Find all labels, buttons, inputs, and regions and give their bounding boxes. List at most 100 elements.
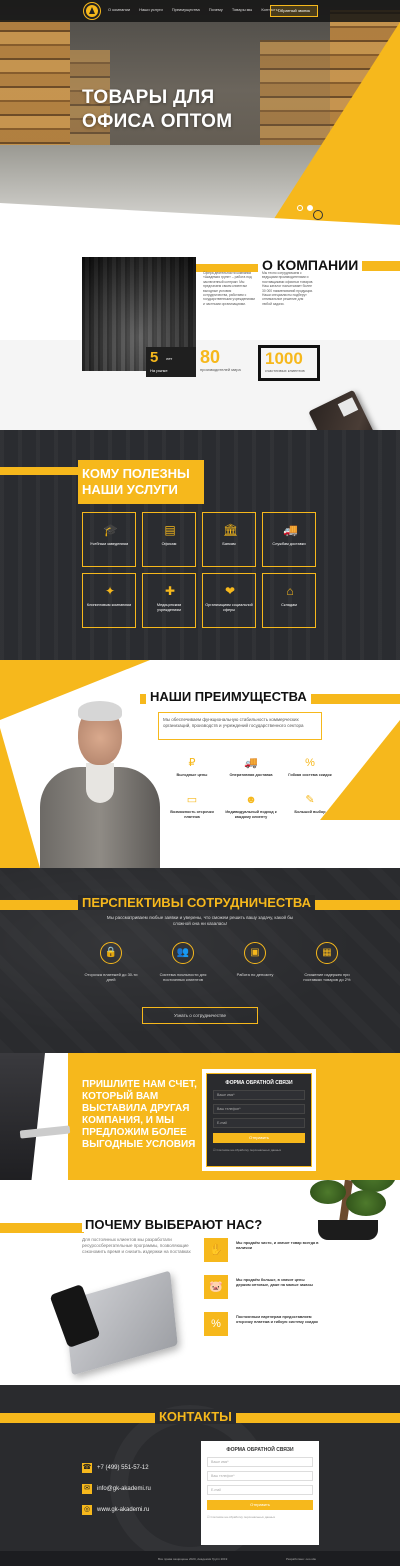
contact-site[interactable]: ◎ www.gk-akademi.ru — [82, 1501, 151, 1519]
advantage-label: Возможность отсрочки платежа — [170, 809, 214, 819]
perspective-item: 🔒 Отсрочка платежей до 30-ти дней — [82, 942, 140, 982]
services-accent-bar — [0, 467, 82, 475]
warehouse-icon: ⌂ — [286, 584, 294, 598]
advantages-section: НАШИ ПРЕИМУЩЕСТВА Мы обеспечиваем функци… — [0, 660, 400, 868]
ruble-icon: ₽ — [188, 757, 196, 769]
consent-checkbox[interactable]: ☑ Согласие на обработку персональных дан… — [213, 1148, 305, 1152]
medkit-icon: ✚ — [164, 584, 176, 598]
service-card-education[interactable]: 🎓 Учебным заведениям — [82, 512, 136, 567]
scroll-down-icon[interactable] — [313, 210, 323, 220]
advantage-item: % Гибкая система скидок — [282, 757, 338, 778]
consent-checkbox[interactable]: ☑ Согласие на обработку персональных дан… — [207, 1515, 313, 1519]
name-field[interactable]: Ваше имя* — [213, 1090, 305, 1100]
perspective-label: Система лояльности для постоянных клиент… — [159, 972, 207, 982]
email-field[interactable]: E-mail — [213, 1118, 305, 1128]
nav-item-products[interactable]: Товары мы — [232, 7, 253, 12]
stat-manufacturers-label: производителей мира — [200, 367, 241, 372]
advantage-label: Выгодные цены — [176, 773, 208, 777]
advantages-accent-bottom-left — [0, 728, 40, 868]
submit-button[interactable]: Отправить — [207, 1500, 313, 1510]
feedback-form: ФОРМА ОБРАТНОЙ СВЯЗИ Ваше имя* Ваш телеф… — [202, 1069, 316, 1171]
advantage-label: Гибкая система скидок — [288, 773, 332, 777]
callback-button[interactable]: Обратный звонок — [270, 5, 318, 17]
slider-dot[interactable] — [297, 205, 303, 211]
service-card-offices[interactable]: ▤ Офисам — [142, 512, 196, 567]
folder-icon: ▤ — [164, 523, 176, 537]
advantage-item: 🚚 Оперативная доставка — [223, 757, 279, 778]
service-card-delivery[interactable]: 🚚 Службам доставки — [262, 512, 316, 567]
phone-icon: ☎ — [82, 1463, 92, 1473]
nav-item-about[interactable]: О компании — [108, 7, 130, 12]
advantage-label: Оперативная доставка — [229, 773, 273, 777]
services-title-line1: КОМУ ПОЛЕЗНЫ — [82, 466, 190, 481]
service-card-label: Учебным заведениям — [89, 542, 129, 546]
slider-dot-active[interactable] — [307, 205, 313, 211]
perspective-item: ▦ Снижение издержек при поставках товаров… — [298, 942, 356, 982]
feedback-form-inner: ФОРМА ОБРАТНОЙ СВЯЗИ Ваше имя* Ваш телеф… — [206, 1073, 312, 1167]
bonsai-pot — [318, 1220, 378, 1240]
service-card-label: Службам доставки — [272, 542, 306, 546]
service-card-banks[interactable]: 🏛 Банкам — [202, 512, 256, 567]
bonsai-image — [310, 1180, 400, 1280]
stat-manufacturers-value: 80 — [200, 347, 221, 367]
nav-item-services[interactable]: Наши услуги — [139, 7, 163, 12]
lock-icon: 🔒 — [100, 942, 122, 964]
stat-clients: 1000 счастливых клиентов — [258, 345, 320, 381]
services-title-line2: НАШИ УСЛУГИ — [82, 482, 178, 497]
boxes-icon: ▦ — [316, 942, 338, 964]
truck-icon: 🚚 — [244, 757, 258, 769]
top-nav: О компании Наши услуги Преимущества Поче… — [0, 0, 400, 22]
service-card-social[interactable]: ❤ Организациям социальной сферы — [202, 573, 256, 628]
service-card-label: Медицинским учреждениям — [156, 603, 182, 612]
service-card-label: Клининговым компаниям — [86, 603, 132, 607]
contact-phone-label: +7 (499) 551-57-12 — [97, 1465, 149, 1471]
about-section: О КОМПАНИИ Сфера деятельности компании «… — [0, 225, 400, 430]
perspective-label: Отсрочка платежей до 30-ти дней — [84, 972, 138, 982]
stat-years-label: На рынке — [150, 368, 168, 373]
bonsai-leaf — [310, 1180, 346, 1204]
phone-field[interactable]: Ваш телефон* — [207, 1471, 313, 1481]
service-card-label: Организациям социальной сферы — [205, 603, 253, 612]
contacts-title: КОНТАКТЫ — [155, 1409, 236, 1424]
nav-item-why[interactable]: Почему — [209, 7, 223, 12]
service-card-medical[interactable]: ✚ Медицинским учреждениям — [142, 573, 196, 628]
footer-developer-link[interactable]: Разработано: ooo.site — [286, 1557, 316, 1561]
email-field[interactable]: E-mail — [207, 1485, 313, 1495]
contact-phone[interactable]: ☎ +7 (499) 551-57-12 — [82, 1459, 151, 1477]
safe-icon: ▣ — [244, 942, 266, 964]
nav-item-advantages[interactable]: Преимущества — [172, 7, 200, 12]
name-field[interactable]: Ваше имя* — [207, 1457, 313, 1467]
consent-label: Согласие на обработку персональных данны… — [210, 1515, 276, 1519]
phone-field[interactable]: Ваш телефон* — [213, 1104, 305, 1114]
nav-menu: О компании Наши услуги Преимущества Поче… — [108, 7, 279, 12]
submit-button[interactable]: Отправить — [213, 1133, 305, 1143]
cooperation-button[interactable]: Узнать о сотрудничестве — [142, 1007, 258, 1024]
perspective-label: Снижение издержек при поставках товаров … — [303, 972, 351, 982]
service-card-warehouses[interactable]: ⌂ Складам — [262, 573, 316, 628]
stat-years-unit: лет — [166, 356, 173, 361]
why-title: ПОЧЕМУ ВЫБЕРАЮТ НАС? — [82, 1217, 266, 1232]
why-item-label: Мы продаём чисто, и значит товар всегда … — [236, 1241, 319, 1250]
hero-bottom-wedge — [0, 203, 400, 225]
globe-icon: ◎ — [82, 1505, 92, 1515]
hand-icon: ✋ — [204, 1238, 228, 1262]
card-icon: ▭ — [186, 793, 198, 806]
perspectives-section: ПЕРСПЕКТИВЫ СОТРУДНИЧЕСТВА Мы рассматрив… — [0, 868, 400, 1053]
graduation-cap-icon: 🎓 — [103, 523, 118, 537]
quote-section: ПРИШЛИТЕ НАМ СЧЕТ, КОТОРЫЙ ВАМ ВЫСТАВИЛА… — [0, 1053, 400, 1180]
services-section: КОМУ ПОЛЕЗНЫ НАШИ УСЛУГИ 🎓 Учебным заведе… — [0, 430, 400, 660]
contact-email[interactable]: ✉ info@gk-akademi.ru — [82, 1480, 151, 1498]
advantage-item: ☻ Индивидуальный подход к каждому клиенту — [223, 794, 279, 820]
consent-label: Согласие на обработку персональных данны… — [216, 1148, 282, 1152]
service-card-cleaning[interactable]: ✦ Клининговым компаниям — [82, 573, 136, 628]
percent-icon: % — [305, 757, 315, 769]
why-section: ПОЧЕМУ ВЫБЕРАЮТ НАС? Для постоянных клие… — [0, 1180, 400, 1385]
bank-icon: 🏛 — [223, 523, 239, 537]
advantages-grid: ₽ Выгодные цены 🚚 Оперативная доставка % Ги… — [164, 757, 338, 819]
contacts-section: КОНТАКТЫ ☎ +7 (499) 551-57-12 ✉ info@gk-ak… — [0, 1385, 400, 1566]
advantages-title: НАШИ ПРЕИМУЩЕСТВА — [146, 689, 311, 704]
advantage-item: ▭ Возможность отсрочки платежа — [164, 794, 220, 820]
hands-icon: ❤ — [224, 584, 236, 598]
logo-icon[interactable] — [84, 3, 100, 19]
contact-email-label: info@gk-akademi.ru — [97, 1486, 151, 1492]
